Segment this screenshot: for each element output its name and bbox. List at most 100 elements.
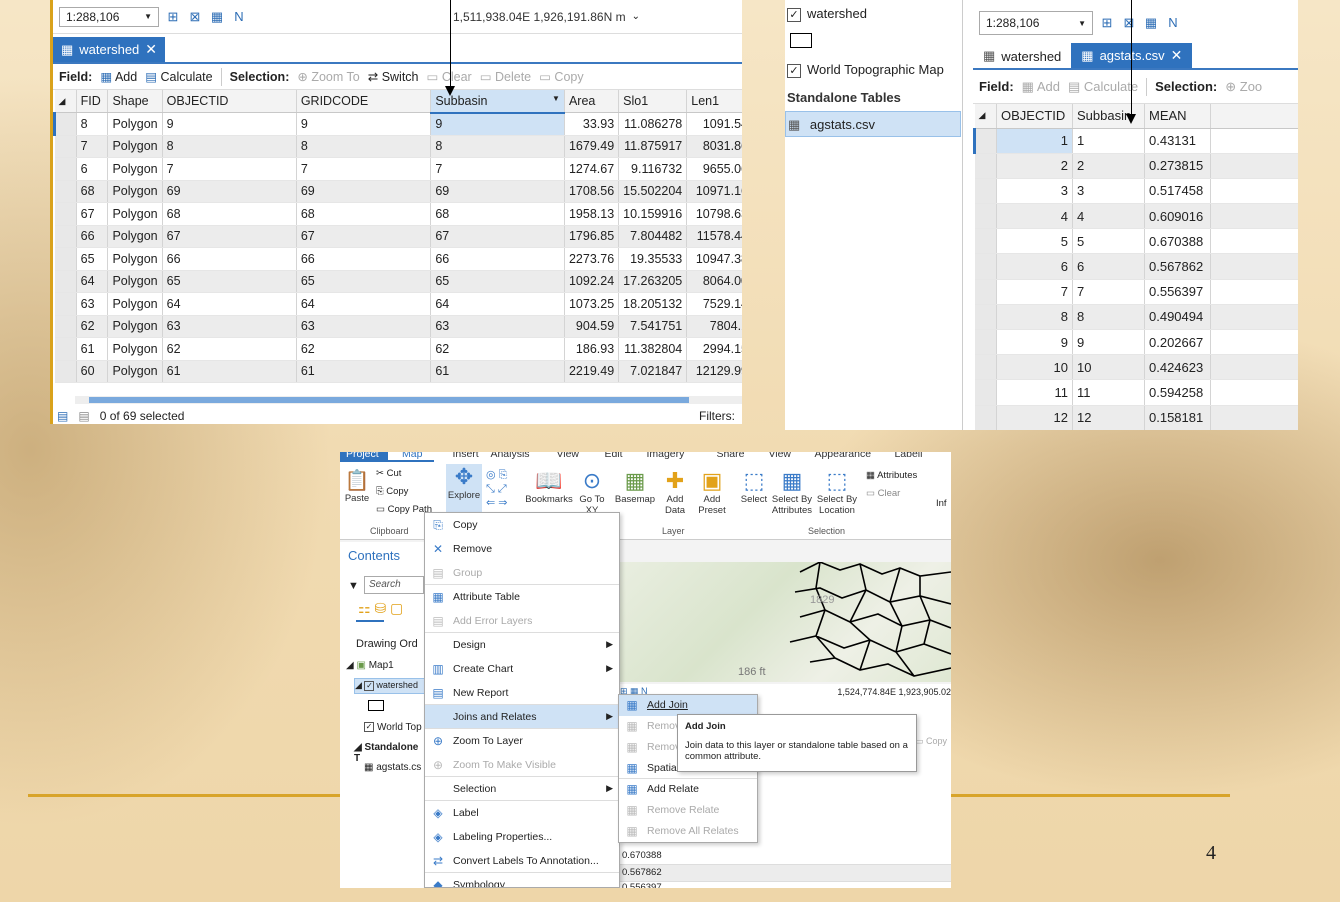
select-button[interactable]: ⬚ Select [738, 468, 770, 505]
column-header[interactable]: OBJECTID [996, 104, 1073, 129]
calculate-field-button[interactable]: ▤ Calculate [145, 69, 212, 84]
table-cell[interactable]: 10 [1072, 354, 1145, 381]
table-cell[interactable]: 1274.67 [564, 157, 620, 181]
table-row[interactable]: 10 10 0.424623 [974, 354, 1298, 381]
cut-button[interactable]: ✂ Cut [376, 468, 401, 479]
table-cell[interactable]: 33.93 [564, 112, 620, 136]
attributes-button[interactable]: ▦ Attributes [866, 470, 917, 481]
table-cell[interactable]: 2 [996, 153, 1073, 179]
table-cell[interactable]: 11 [1072, 379, 1145, 406]
table-cell[interactable]: 0.670388 [1144, 228, 1211, 255]
context-menu-item[interactable]: Joins and Relates ▶ [425, 705, 619, 729]
world-topo-item[interactable]: ✓ World Top [364, 722, 422, 733]
table-cell[interactable]: 9 [996, 329, 1073, 356]
grid-snap-icon[interactable]: ⊞ [1099, 16, 1115, 30]
copy-button[interactable]: ⎘ Copy [376, 486, 408, 497]
column-header[interactable]: Shape [107, 90, 163, 113]
map-view[interactable]: 1829 186 ft [620, 562, 951, 682]
row-header[interactable] [974, 405, 997, 430]
row-header[interactable] [54, 247, 77, 271]
add-field-button[interactable]: ▦ Add [100, 69, 137, 84]
table-cell[interactable]: 8064.00 [686, 270, 742, 293]
table-cell[interactable]: 9 [162, 112, 297, 136]
context-menu-item[interactable]: Selection ▶ [425, 777, 619, 801]
table-row[interactable]: 65Polygon6666662273.7619.3553310947.38 [54, 247, 742, 271]
table-cell[interactable]: 65 [162, 270, 297, 293]
table-cell[interactable]: 11 [996, 379, 1073, 406]
tab-analysis[interactable]: Analysis [488, 452, 550, 462]
table-cell[interactable]: 61 [76, 337, 109, 361]
table-cell[interactable]: 8 [162, 135, 297, 158]
row-header[interactable] [973, 128, 997, 154]
submenu-item[interactable]: ▦ Remove Relate [619, 800, 757, 821]
table-cell[interactable]: 1958.13 [564, 202, 620, 226]
column-header[interactable]: Len1 [686, 90, 742, 113]
tab-view[interactable]: View [550, 452, 596, 462]
table-cell[interactable]: 10798.63 [686, 202, 742, 226]
table-cell[interactable]: 60 [76, 360, 109, 383]
table-cell[interactable]: 0.424623 [1144, 354, 1211, 381]
table-icon[interactable]: ▦ [209, 9, 225, 24]
standalone-item-agstats[interactable]: ▦ agstats.csv [785, 111, 961, 137]
table-row[interactable]: 67Polygon6868681958.1310.15991610798.63 [54, 202, 742, 226]
table-cell[interactable]: 5 [996, 228, 1073, 255]
table-cell[interactable]: Polygon [107, 225, 163, 248]
tab-imagery[interactable]: Imagery [642, 452, 712, 462]
column-header[interactable]: Slo1 [618, 90, 688, 113]
table-row[interactable]: 68Polygon6969691708.5615.50220410971.16 [54, 180, 742, 203]
row-header[interactable] [974, 379, 997, 406]
table-cell[interactable]: 7.021847 [618, 360, 688, 383]
table-row[interactable]: 61Polygon626262186.9311.3828042994.15 [54, 337, 742, 361]
table-cell[interactable]: 64 [76, 270, 109, 293]
row-header[interactable] [974, 253, 997, 280]
table-cell[interactable]: 10 [996, 354, 1073, 381]
bookmarks-button[interactable]: 📖 Bookmarks [524, 468, 574, 505]
north-arrow-icon[interactable]: N [231, 9, 247, 24]
context-menu-item[interactable]: ✕ Remove [425, 537, 619, 561]
row-header[interactable] [54, 337, 77, 361]
grid-snap-icon[interactable]: ⊞ [165, 9, 181, 24]
row-header[interactable] [54, 225, 77, 248]
column-header[interactable]: MEAN [1144, 104, 1211, 129]
table-row[interactable]: 66Polygon6767671796.857.80448211578.44 [54, 225, 742, 248]
table-cell[interactable]: 63 [162, 315, 297, 338]
table-cell[interactable]: 7 [430, 157, 565, 181]
calculate-field-button[interactable]: ▤ Calculate [1068, 79, 1138, 95]
checkbox-icon[interactable]: ✓ [787, 63, 801, 78]
context-menu-item[interactable]: Design ▶ [425, 633, 619, 657]
table-row[interactable]: 11 11 0.594258 [974, 379, 1298, 406]
table-cell[interactable]: Polygon [107, 315, 163, 338]
table-cell[interactable]: 17.263205 [618, 270, 688, 293]
table-cell[interactable]: Polygon [107, 292, 163, 316]
table-cell[interactable]: 66 [76, 225, 109, 248]
add-data-button[interactable]: ✚ Add Data [658, 468, 692, 516]
submenu-item[interactable]: ▦ Remove All Relates [619, 821, 757, 842]
filter-icon[interactable]: ▼ [348, 580, 359, 592]
close-icon[interactable]: ✕ [145, 41, 157, 58]
chevron-down-icon[interactable]: ⌄ [632, 11, 640, 22]
table-cell[interactable]: 1708.56 [564, 180, 620, 203]
north-arrow-icon[interactable]: N [1165, 16, 1181, 30]
table-cell[interactable]: Polygon [107, 247, 163, 271]
table-cell[interactable]: 19.35533 [618, 247, 688, 271]
row-header[interactable] [54, 292, 77, 316]
table-cell[interactable]: 186.93 [564, 337, 620, 361]
context-menu-item[interactable]: ▥ Create Chart ▶ [425, 657, 619, 681]
table-cell[interactable]: 1 [1072, 128, 1145, 154]
row-header[interactable] [54, 360, 77, 383]
table-row[interactable]: 9 9 0.202667 [974, 329, 1298, 356]
table-cell[interactable]: 69 [430, 180, 565, 203]
table-cell[interactable]: 63 [296, 315, 432, 338]
close-icon[interactable]: ✕ [1171, 47, 1183, 64]
table-cell[interactable]: 1796.85 [564, 225, 620, 248]
corner-cell[interactable]: ◢ [54, 90, 77, 113]
column-header[interactable]: GRIDCODE [296, 90, 432, 113]
table-cell[interactable]: 68 [76, 180, 109, 203]
table-cell[interactable]: 0.43131 [1144, 128, 1211, 154]
table-cell[interactable]: 67 [162, 225, 297, 248]
context-menu-item[interactable]: ⇄ Convert Labels To Annotation... [425, 849, 619, 873]
table-cell[interactable]: 10947.38 [686, 247, 742, 271]
table-row[interactable]: 6Polygon7771274.679.1167329655.06 [54, 157, 742, 181]
table-row[interactable]: 2 2 0.273815 [974, 153, 1298, 179]
row-header[interactable] [53, 112, 77, 136]
